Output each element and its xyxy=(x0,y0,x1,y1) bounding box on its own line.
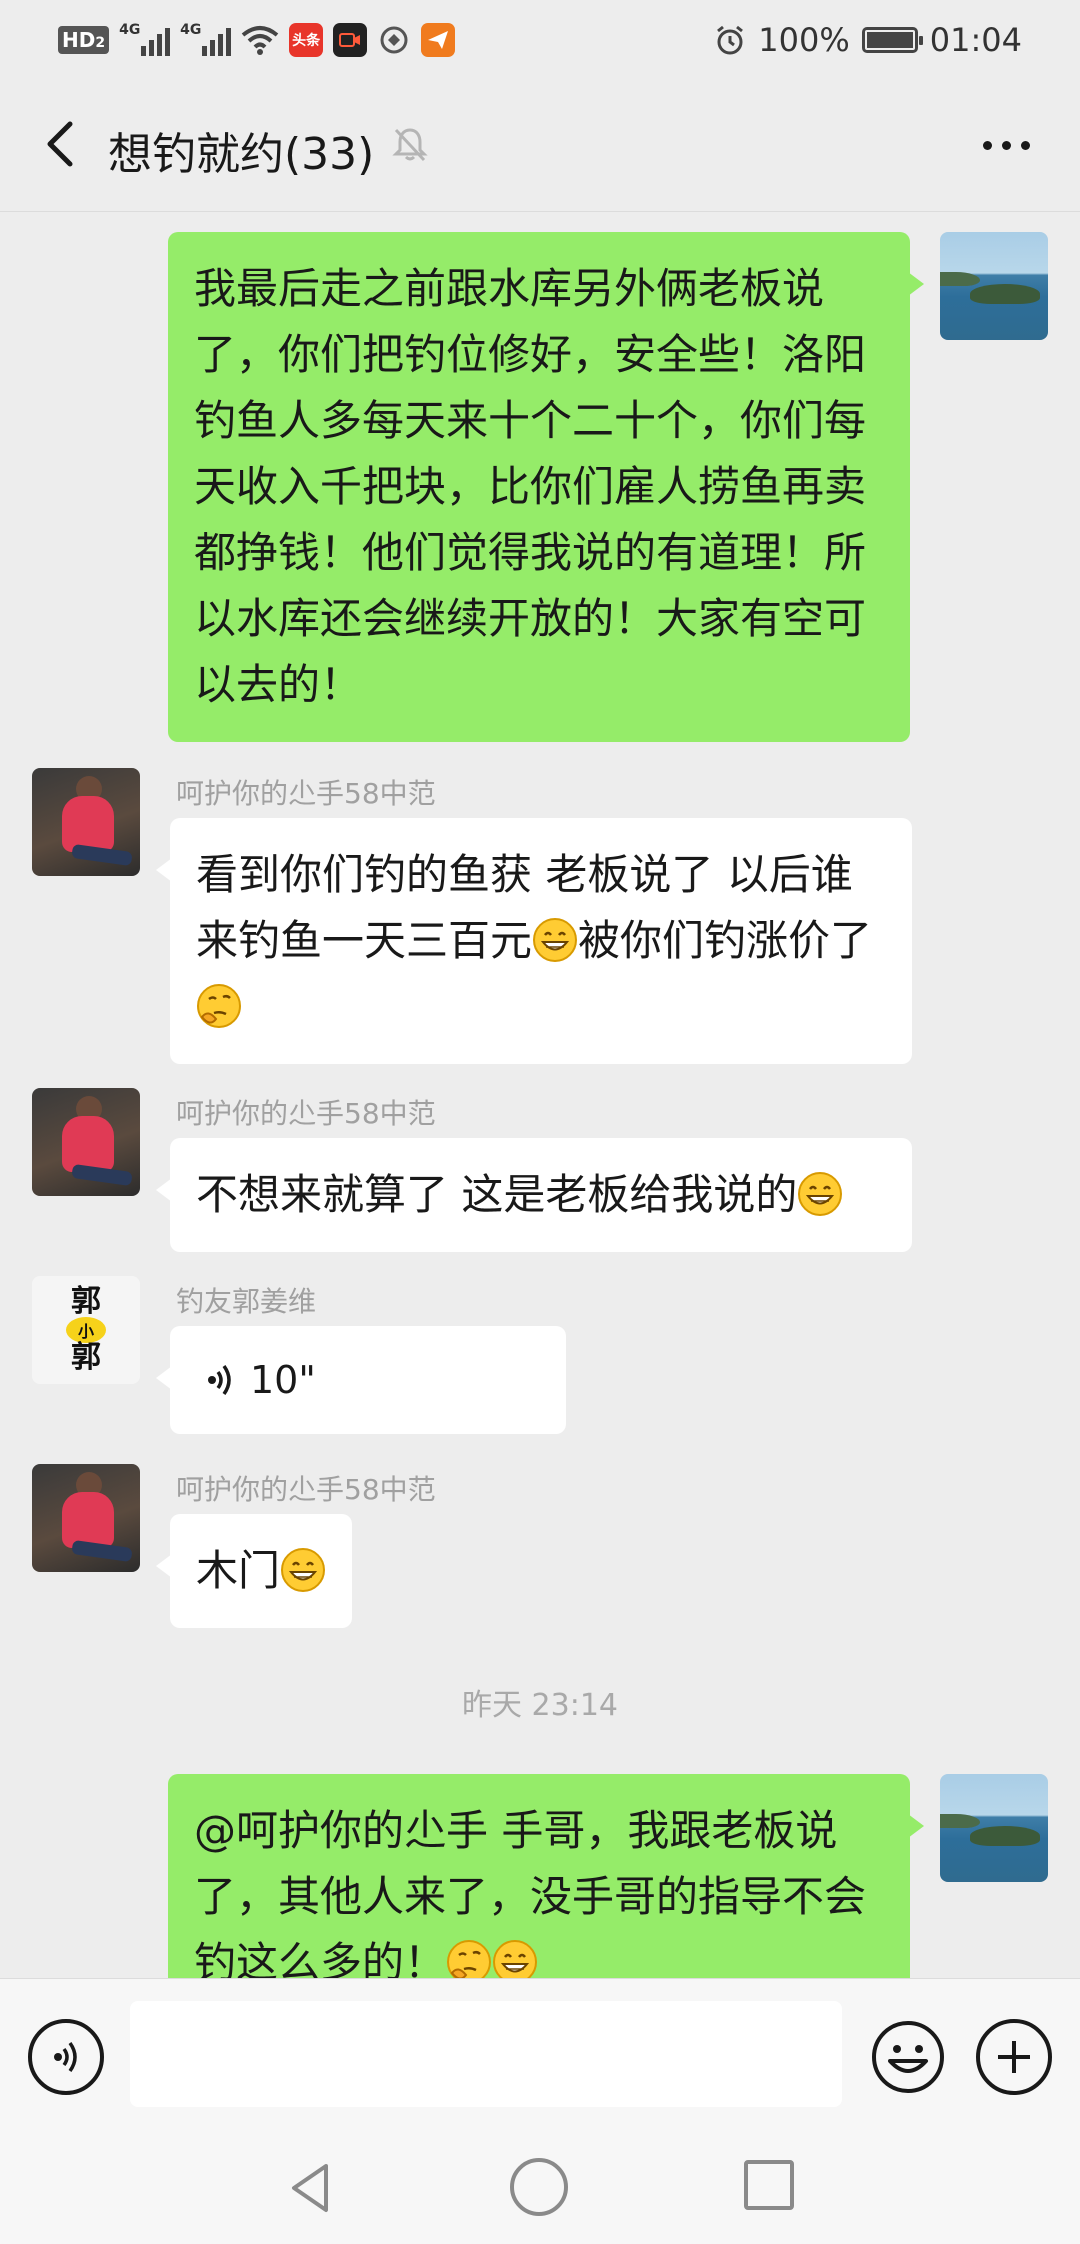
shield-icon xyxy=(377,23,411,57)
chevron-left-icon xyxy=(47,121,73,167)
emoji-picker-button[interactable] xyxy=(870,2019,946,2095)
battery-percent: 100% xyxy=(758,21,850,59)
voice-wave-icon xyxy=(208,1364,231,1396)
message-input[interactable] xyxy=(130,2001,842,2107)
toutiao-icon: 头条 xyxy=(289,23,324,57)
grin-emoji-icon xyxy=(281,1548,326,1592)
mute-bell-icon xyxy=(392,128,428,162)
sender-name: 呵护你的尐手58中范 xyxy=(176,1473,436,1506)
send-app-icon xyxy=(421,23,456,57)
grin-emoji-icon xyxy=(493,1940,538,1978)
message-text: 不想来就算了 这是老板给我说的 xyxy=(196,1170,798,1219)
status-icons-right: 100% 01:04 xyxy=(714,20,1022,60)
self-avatar[interactable] xyxy=(940,1774,1048,1882)
grin-emoji-icon xyxy=(798,1172,843,1216)
chat-header: 想钓就约(33) xyxy=(0,80,1080,212)
voice-duration: 10" xyxy=(250,1358,316,1402)
signal-icon: 4G xyxy=(119,22,171,56)
member-avatar[interactable] xyxy=(32,768,140,876)
nav-recent-apps-button[interactable] xyxy=(744,2160,794,2210)
nav-back-button[interactable] xyxy=(282,2158,342,2218)
system-navigation-bar xyxy=(0,2136,1080,2244)
message-bubble-other[interactable]: 看到你们钓的鱼获 老板说了 以后谁来钓鱼一天三百元 被你们钓涨价了 xyxy=(156,818,912,1064)
hd-badge: HD2 xyxy=(58,26,110,54)
nav-home-button[interactable] xyxy=(510,2158,568,2216)
sender-name: 钓友郭姜维 xyxy=(176,1285,317,1318)
voice-input-button[interactable] xyxy=(28,2019,104,2095)
member-avatar[interactable] xyxy=(32,1088,140,1196)
more-functions-button[interactable] xyxy=(976,2019,1052,2095)
more-options-button[interactable] xyxy=(968,120,1044,170)
back-button[interactable] xyxy=(28,112,92,176)
input-bar xyxy=(0,1978,1080,2136)
member-avatar[interactable] xyxy=(32,1464,140,1572)
clock: 01:04 xyxy=(929,21,1022,59)
message-bubble-other[interactable]: 不想来就算了 这是老板给我说的 xyxy=(156,1138,912,1252)
grin-emoji-icon xyxy=(533,918,578,962)
status-bar: HD2 4G 4G 头条 100% 01:04 xyxy=(0,0,1080,80)
chat-message-list[interactable]: 我最后走之前跟水库另外俩老板说了，你们把钓位修好，安全些！洛阳钓鱼人多每天来十个… xyxy=(0,212,1080,1978)
wifi-icon xyxy=(241,26,279,55)
self-avatar[interactable] xyxy=(940,232,1048,340)
thinking-emoji-icon xyxy=(197,984,241,1028)
message-text: 我最后走之前跟水库另外俩老板说了，你们把钓位修好，安全些！洛阳钓鱼人多每天来十个… xyxy=(194,264,867,709)
battery-icon xyxy=(861,27,923,53)
voice-message-bubble[interactable]: 10" xyxy=(156,1326,566,1434)
alarm-icon xyxy=(717,25,744,55)
timestamp-divider: 昨天 23:14 xyxy=(462,1688,618,1723)
signal-icon: 4G xyxy=(180,22,232,56)
message-bubble-self[interactable]: 我最后走之前跟水库另外俩老板说了，你们把钓位修好，安全些！洛阳钓鱼人多每天来十个… xyxy=(168,232,924,742)
message-bubble-other[interactable]: 木门 xyxy=(155,1514,353,1628)
chat-title: 想钓就约(33) xyxy=(108,129,375,180)
message-text: 被你们钓涨价了 xyxy=(578,916,873,965)
voice-wave-icon xyxy=(54,2041,77,2073)
video-record-icon xyxy=(333,23,368,57)
sender-name: 呵护你的尐手58中范 xyxy=(176,777,436,810)
member-avatar[interactable]: 郭 小 郭 xyxy=(32,1276,140,1384)
plus-icon xyxy=(998,2041,1030,2073)
thinking-emoji-icon xyxy=(447,1940,492,1978)
sender-name: 呵护你的尐手58中范 xyxy=(176,1097,436,1130)
status-icons-left: HD2 4G 4G 头条 xyxy=(58,20,456,60)
message-bubble-self[interactable]: @呵护你的尐手 手哥，我跟老板说了，其他人来了，没手哥的指导不会钓这么多的！ xyxy=(168,1774,924,1978)
message-text: 木门 xyxy=(196,1546,281,1595)
